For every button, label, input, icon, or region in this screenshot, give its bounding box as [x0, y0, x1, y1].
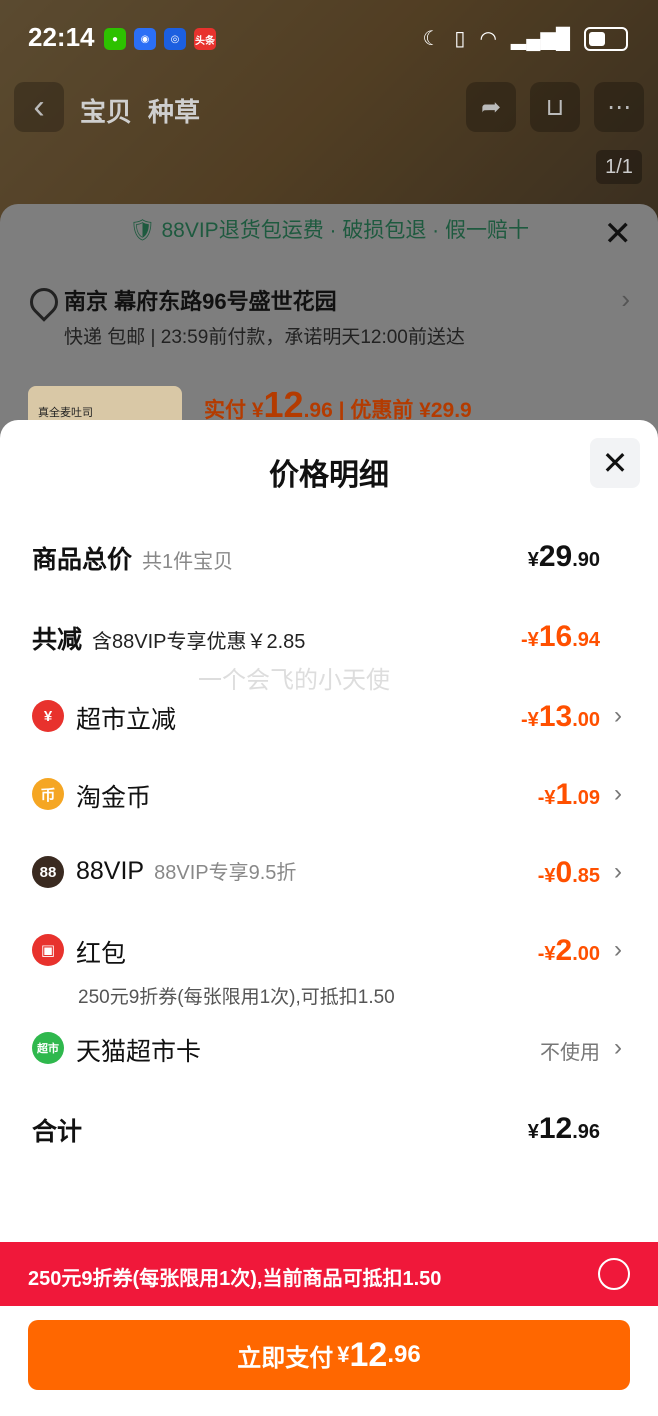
coupon-radio[interactable]: [598, 1258, 630, 1290]
status-bar: 22:14 ● ◉ ◎ 头条 ☾ ▯ ◠ ▂▄▆█: [0, 0, 658, 70]
coupon-bar[interactable]: 250元9折券(每张限用1次),当前商品可抵扣1.50: [0, 1242, 658, 1306]
chevron-right-icon: ›: [614, 702, 622, 729]
cart-button[interactable]: ⊔: [530, 82, 580, 132]
discount-row-supermarket[interactable]: ¥ 超市立减 -¥13.00 ›: [32, 700, 622, 740]
tab-review[interactable]: 种草: [148, 92, 200, 129]
vip-discount-desc: 88VIP专享9.5折: [154, 862, 297, 884]
discount-value: -¥0.85: [537, 856, 600, 889]
status-app-icons: ● ◉ ◎ 头条: [104, 28, 216, 50]
wifi-icon: ◠: [479, 28, 497, 50]
order-sheet-close-icon[interactable]: ✕: [604, 214, 633, 254]
vibrate-icon: ▯: [454, 28, 466, 50]
toutiao-icon: 头条: [194, 28, 216, 50]
total-discount-value: -¥16.94: [521, 620, 600, 653]
chevron-right-icon: ›: [614, 858, 622, 885]
discount-label: 淘金币: [76, 784, 152, 812]
signal-icon: ▂▄▆█: [510, 28, 570, 50]
watermark: 一个会飞的小天使: [198, 667, 390, 694]
more-icon: ⋯: [607, 93, 631, 121]
discount-row-taojinbi[interactable]: 币 淘金币 -¥1.09 ›: [32, 778, 622, 818]
status-indicators: ☾ ▯ ◠ ▂▄▆█: [422, 26, 628, 51]
yen-coupon-icon: ¥: [32, 700, 64, 732]
image-page-indicator: 1/1: [596, 150, 642, 184]
total-discount-label: 共减: [32, 626, 83, 654]
grand-total-value: ¥12.96: [527, 1112, 600, 1145]
coupon-text: 250元9折券(每张限用1次),当前商品可抵扣1.50: [28, 1268, 442, 1290]
total-discount-row: 共减 含88VIP专享优惠￥2.85 -¥16.94: [32, 620, 622, 660]
grand-total-label: 合计: [32, 1118, 83, 1146]
pay-now-button[interactable]: 立即支付 ¥12.96: [28, 1320, 630, 1390]
supermarket-card-value: 不使用: [540, 1042, 600, 1064]
address-text: 南京 幕府东路96号盛世花园: [64, 289, 337, 314]
red-packet-note: 250元9折券(每张限用1次),可抵扣1.50: [78, 987, 395, 1008]
chevron-right-icon: ›: [614, 780, 622, 807]
delivery-info: 快递 包邮 | 23:59前付款，承诺明天12:00前送达: [64, 327, 465, 348]
battery-icon: [584, 26, 628, 51]
discount-row-88vip[interactable]: 88 88VIP 88VIP专享9.5折 -¥0.85 ›: [32, 856, 622, 896]
more-button[interactable]: ⋯: [594, 82, 644, 132]
chevron-right-icon: ›: [614, 936, 622, 963]
product-nav: ‹ 宝贝 种草 ➦ ⊔ ⋯: [0, 80, 658, 140]
moon-icon: ☾: [422, 28, 441, 50]
goods-count: 共1件宝贝: [142, 551, 234, 573]
discount-label: 88VIP: [76, 857, 145, 885]
red-packet-icon: ▣: [32, 934, 64, 966]
discount-label: 红包: [76, 940, 127, 968]
share-icon: ➦: [480, 93, 502, 121]
grand-total-row: 合计 ¥12.96: [32, 1112, 622, 1152]
vip-guarantee-banner: 🛡 88VIP退货包运费 · 破损包退 · 假一赔十: [128, 219, 530, 242]
goods-total-value: ¥29.90: [527, 540, 600, 573]
modal-title: 价格明细: [269, 459, 389, 492]
back-button[interactable]: ‹: [14, 82, 64, 132]
pay-amount: 12: [349, 1335, 388, 1374]
discount-value: -¥1.09: [537, 778, 600, 811]
supermarket-card-row[interactable]: 超市 天猫超市卡 不使用 ›: [32, 1032, 622, 1072]
share-button[interactable]: ➦: [466, 82, 516, 132]
goods-total-label: 商品总价: [32, 546, 133, 574]
discount-label: 超市立减: [76, 706, 177, 734]
discount-value: -¥2.00: [537, 934, 600, 967]
chevron-right-icon: ›: [614, 1034, 622, 1061]
discount-row-redpacket[interactable]: ▣ 红包 -¥2.00 › 250元9折券(每张限用1次),可抵扣1.50: [32, 934, 622, 1014]
goods-total-row: 商品总价 共1件宝贝 ¥29.90: [32, 540, 622, 580]
app-blue2-icon: ◎: [164, 28, 186, 50]
modal-close-button[interactable]: ✕: [590, 438, 640, 488]
vip-discount-note: 含88VIP专享优惠￥2.85: [92, 631, 306, 653]
status-time: 22:14: [28, 22, 95, 52]
supermarket-card-icon: 超市: [32, 1032, 64, 1064]
vip-88-icon: 88: [32, 856, 64, 888]
cart-icon: ⊔: [545, 93, 565, 121]
tab-item[interactable]: 宝贝: [80, 92, 132, 129]
supermarket-card-label: 天猫超市卡: [76, 1038, 202, 1066]
shield-check-icon: 🛡: [128, 219, 156, 242]
gold-coin-icon: 币: [32, 778, 64, 810]
pay-button-label: 立即支付: [237, 1344, 334, 1372]
discount-value: -¥13.00: [521, 700, 600, 733]
app-blue-icon: ◉: [134, 28, 156, 50]
chevron-right-icon: ›: [621, 284, 630, 314]
wechat-icon: ●: [104, 28, 126, 50]
close-icon: ✕: [601, 445, 629, 481]
